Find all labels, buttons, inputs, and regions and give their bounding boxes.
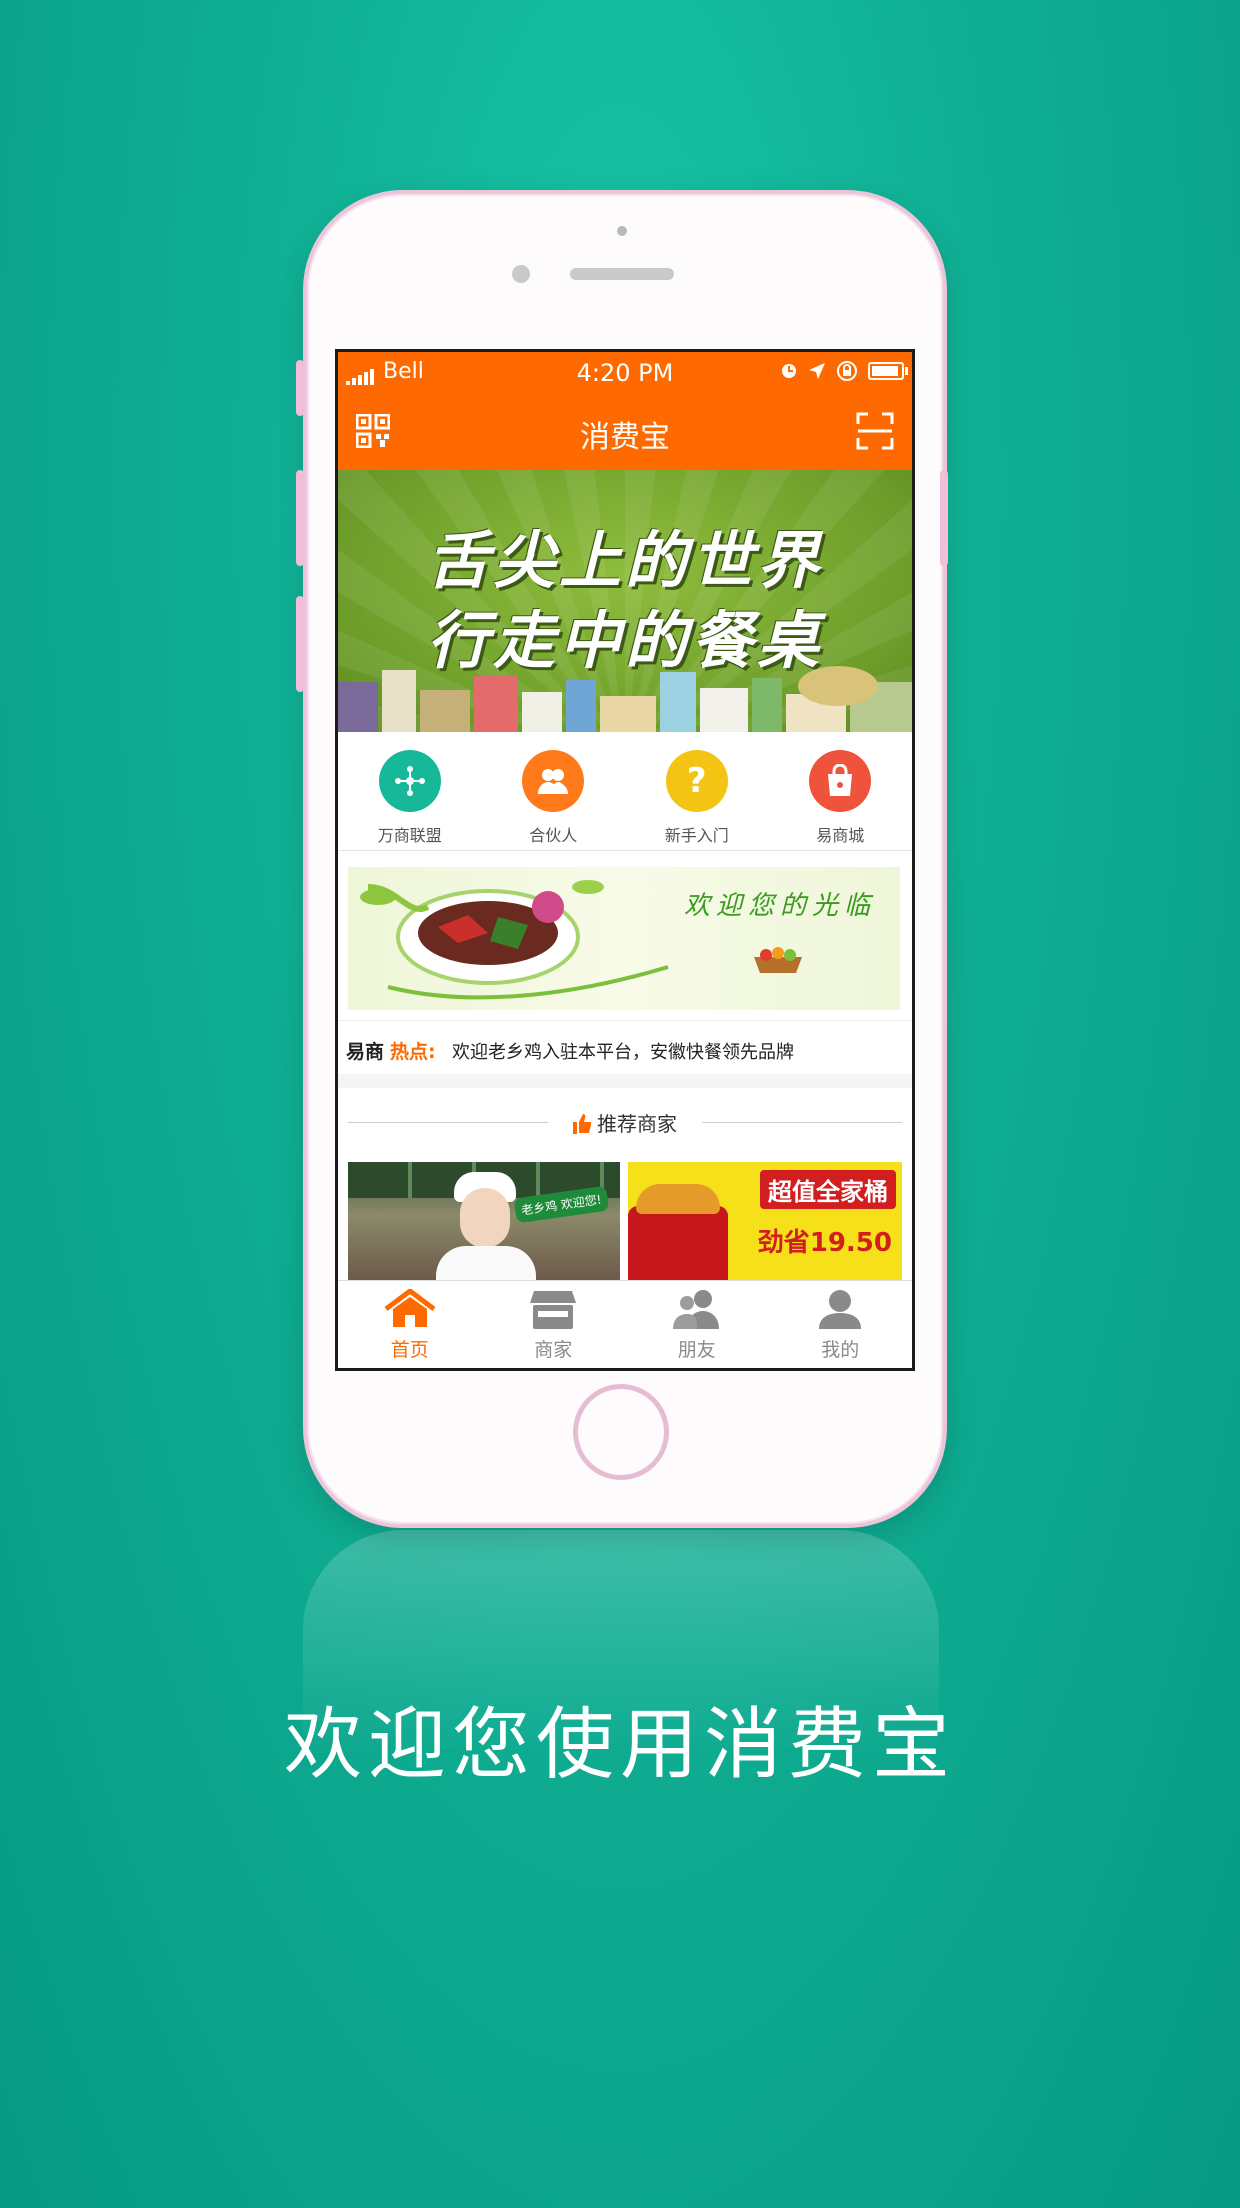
quick-nav-label: 易商城 — [816, 826, 865, 845]
tab-profile[interactable]: 我的 — [769, 1281, 913, 1368]
food-plate-illustration — [360, 880, 669, 1000]
nav-title: 消费宝 — [580, 420, 670, 455]
recommend-header: 推荐商家 — [338, 1088, 912, 1148]
divider-line — [702, 1122, 902, 1123]
quick-nav-mall[interactable]: 易商城 — [769, 732, 913, 850]
tab-merchants[interactable]: 商家 — [482, 1281, 626, 1368]
recommend-label: 推荐商家 — [597, 1112, 677, 1136]
quick-nav-alliance[interactable]: 万商联盟 — [338, 732, 482, 850]
battery-icon — [868, 362, 908, 380]
chicken-bucket — [628, 1184, 728, 1280]
shop-card-family-bucket[interactable]: 超值全家桶 劲省19.50 — [628, 1162, 902, 1280]
quick-nav-label: 万商联盟 — [377, 826, 442, 845]
quick-nav-label: 新手入门 — [664, 826, 729, 845]
store-icon — [530, 1291, 577, 1329]
tab-friends[interactable]: 朋友 — [625, 1281, 769, 1368]
front-camera — [512, 265, 530, 283]
volume-down-button — [296, 596, 304, 692]
shopping-bag-icon — [809, 750, 872, 812]
city-illustration — [338, 666, 912, 732]
tab-bar: 首页 商家 朋友 我的 — [338, 1280, 913, 1368]
partner-icon — [522, 750, 585, 812]
home-button[interactable] — [573, 1384, 669, 1480]
promo-text: 欢迎您的光临 — [683, 891, 876, 921]
tab-label: 商家 — [534, 1339, 573, 1361]
tab-label: 朋友 — [677, 1339, 716, 1361]
home-icon — [384, 1287, 436, 1327]
tab-label: 我的 — [821, 1339, 860, 1361]
volume-up-button — [296, 470, 304, 566]
hot-message: 欢迎老乡鸡入驻本平台，安徽快餐领先品牌 — [452, 1042, 794, 1063]
alarm-icon — [782, 364, 796, 378]
front-sensor — [617, 226, 627, 236]
chef-face — [460, 1188, 510, 1248]
chef-uniform — [436, 1246, 536, 1280]
app-screen: Bell 4:20 PM 消费宝 舌尖上的世界 行走中的餐桌 万商联盟 合伙人 … — [335, 349, 915, 1371]
rotation-lock-icon — [837, 361, 857, 381]
hero-banner[interactable]: 舌尖上的世界 行走中的餐桌 — [338, 470, 912, 732]
earpiece-speaker — [570, 268, 674, 280]
tab-label: 首页 — [390, 1339, 429, 1361]
mute-switch — [296, 360, 304, 416]
location-icon — [809, 363, 825, 379]
shop-card-laoxiangji[interactable]: 老乡鸡 欢迎您! — [348, 1162, 620, 1280]
status-icons — [780, 360, 908, 382]
shop-save: 劲省19.50 — [757, 1228, 892, 1258]
profile-icon — [819, 1290, 862, 1329]
quick-nav-label: 合伙人 — [529, 826, 578, 845]
promo-banner[interactable]: 欢迎您的光临 — [348, 867, 900, 1010]
hot-news-bar[interactable]: 易商 热点: 欢迎老乡鸡入驻本平台，安徽快餐领先品牌 — [338, 1020, 912, 1076]
thumbs-up-icon — [573, 1114, 591, 1134]
hot-brand-tag: 易商 — [346, 1041, 385, 1063]
tab-home[interactable]: 首页 — [338, 1281, 482, 1368]
network-icon — [378, 750, 441, 812]
banner-line-1: 舌尖上的世界 — [426, 524, 823, 597]
quick-nav-beginner[interactable]: ? 新手入门 — [625, 732, 769, 850]
nav-bar: 消费宝 — [338, 392, 912, 470]
scan-icon[interactable] — [856, 412, 894, 450]
question-icon: ? — [665, 750, 728, 812]
welcome-slogan: 欢迎您使用消费宝 — [283, 1700, 956, 1790]
status-bar: Bell 4:20 PM — [338, 352, 912, 392]
friends-icon — [672, 1290, 719, 1329]
power-button — [940, 470, 948, 566]
quick-nav-partner[interactable]: 合伙人 — [482, 732, 626, 850]
section-divider — [338, 1074, 912, 1088]
shop-headline: 超值全家桶 — [760, 1170, 896, 1209]
hot-tag: 热点: — [390, 1041, 436, 1063]
quick-nav: 万商联盟 合伙人 ? 新手入门 易商城 — [338, 732, 912, 851]
fruit-basket-icon — [754, 947, 802, 973]
